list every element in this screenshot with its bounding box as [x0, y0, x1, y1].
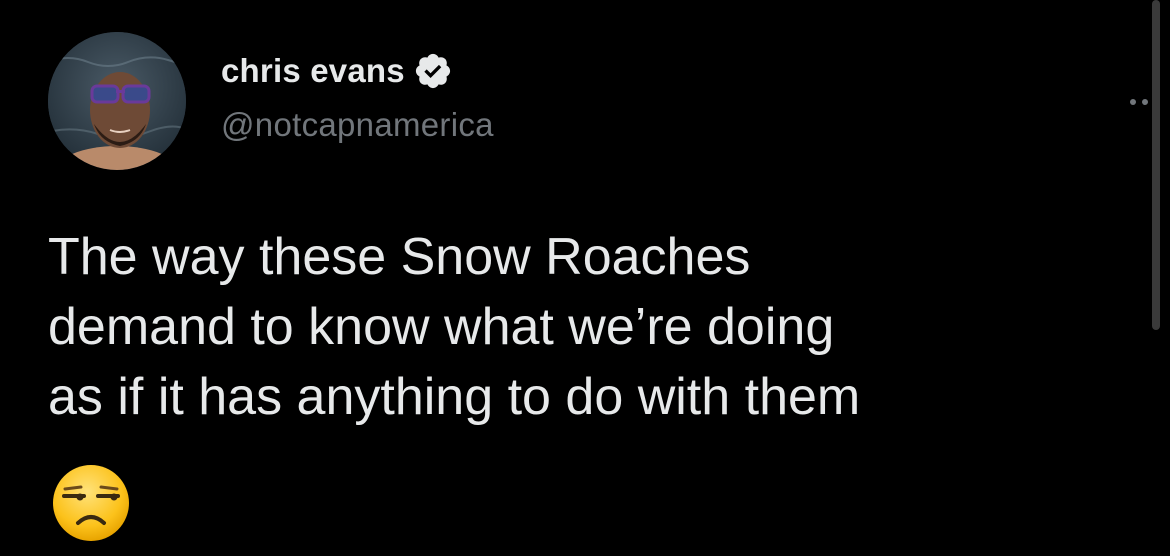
user-handle[interactable]: @notcapnamerica	[221, 106, 494, 144]
more-horizontal-icon	[1130, 99, 1136, 105]
author-info: chris evans @notcapnamerica	[221, 50, 494, 144]
display-name[interactable]: chris evans	[221, 52, 405, 90]
tweet: chris evans @notcapnamerica The way thes…	[0, 0, 1170, 556]
tweet-text-line: as if it has anything to do with them	[48, 368, 861, 426]
tweet-text: The way these Snow Roaches demand to kno…	[48, 222, 1138, 432]
more-options-button[interactable]	[1120, 82, 1170, 122]
tweet-text-line: The way these Snow Roaches	[48, 228, 751, 286]
verified-badge-icon	[413, 51, 453, 91]
name-row: chris evans	[221, 50, 494, 92]
tweet-header: chris evans @notcapnamerica	[48, 32, 1160, 172]
avatar[interactable]	[48, 32, 186, 170]
more-dot	[1142, 99, 1148, 105]
scrollbar[interactable]	[1152, 0, 1160, 330]
unamused-face-icon	[51, 463, 131, 543]
tweet-text-line: demand to know what we’re doing	[48, 298, 835, 356]
